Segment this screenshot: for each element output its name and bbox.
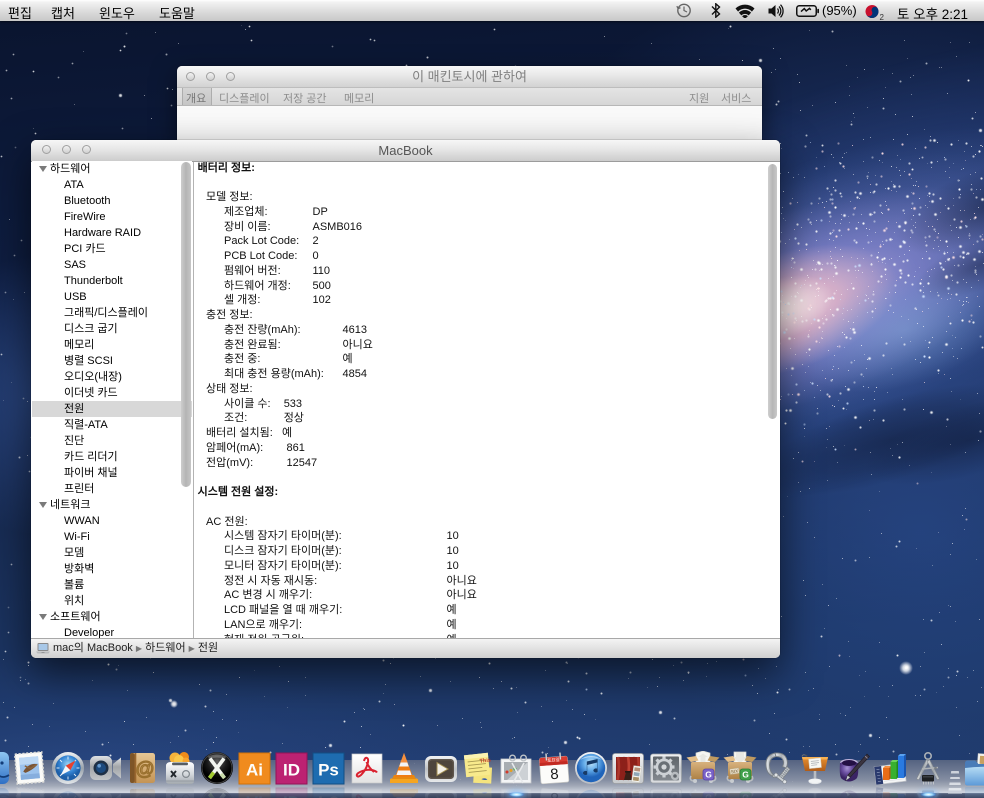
svg-text:Ai: Ai bbox=[246, 761, 263, 780]
svg-text:SIX: SIX bbox=[731, 768, 739, 774]
svg-text:This: This bbox=[479, 758, 491, 765]
svg-text:Ps: Ps bbox=[318, 761, 339, 780]
svg-text:토요일: 토요일 bbox=[547, 756, 560, 763]
svg-text:@: @ bbox=[135, 759, 154, 780]
svg-text:ID: ID bbox=[283, 761, 300, 780]
svg-text:2: 2 bbox=[880, 13, 885, 21]
svg-text:G: G bbox=[742, 770, 749, 780]
svg-text:G: G bbox=[705, 770, 712, 780]
svg-text:8: 8 bbox=[550, 766, 560, 784]
